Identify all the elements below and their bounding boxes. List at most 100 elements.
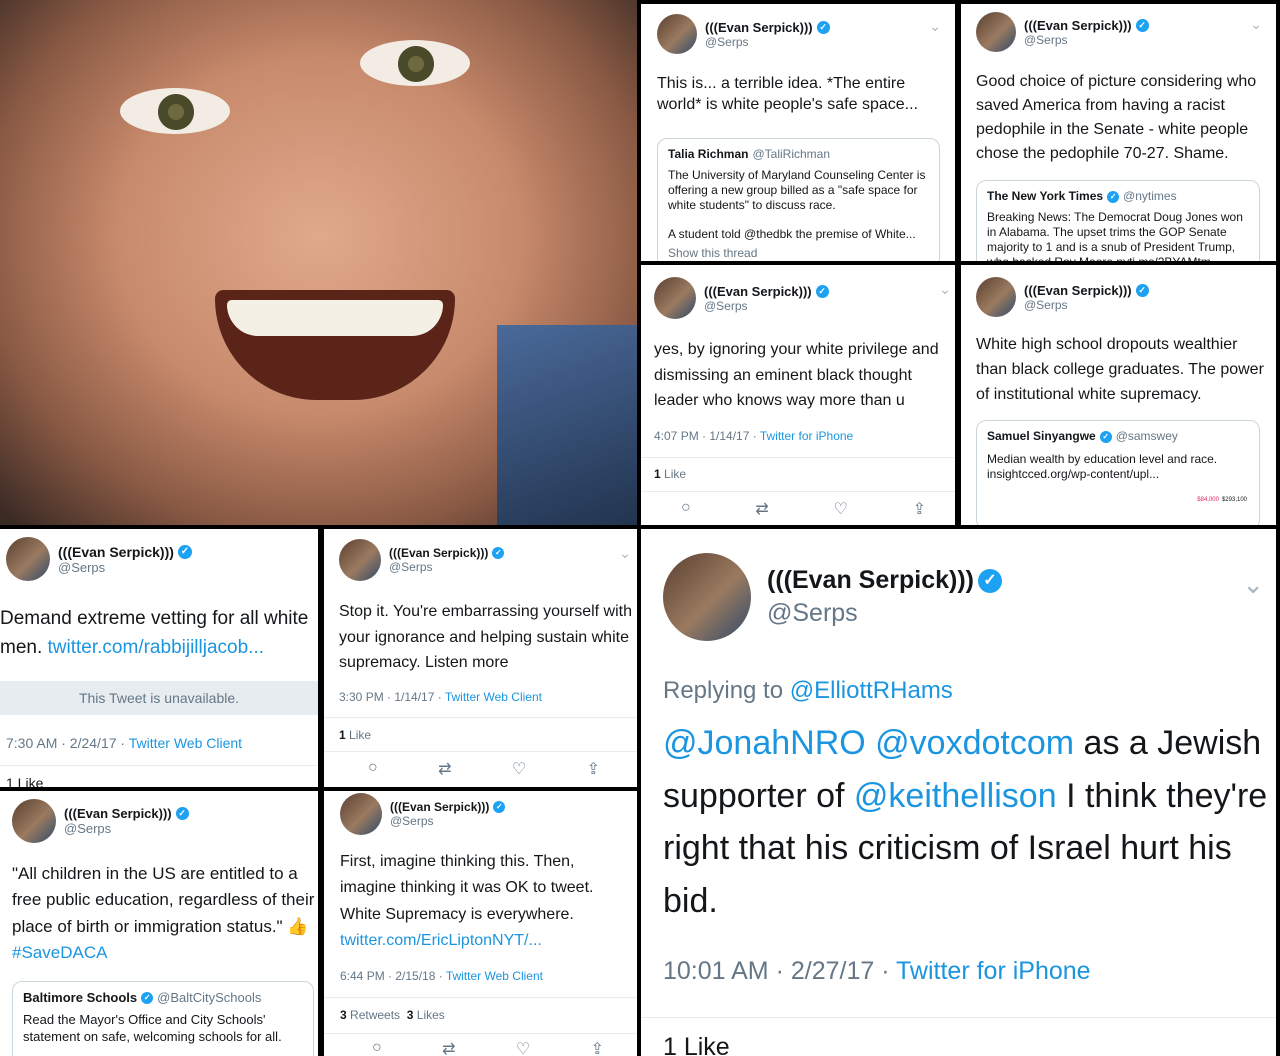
quoted-name: The New York Times [987,189,1104,203]
user-name[interactable]: (((Evan Serpick))) [390,800,489,814]
verified-icon: ✓ [977,568,1002,593]
user-handle[interactable]: @Serps [1024,298,1149,312]
verified-icon: ✓ [177,544,192,559]
like-count[interactable]: 1 Like [6,775,43,787]
like-count[interactable]: 1 Like [663,1033,730,1056]
replying-to: Replying to @ElliottRHams [663,677,953,704]
user-name[interactable]: (((Evan Serpick))) [1024,283,1132,298]
chevron-down-icon[interactable]: ⌄ [939,281,951,298]
user-handle[interactable]: @Serps [767,599,1002,628]
user-handle[interactable]: @Serps [389,560,504,574]
user-handle[interactable]: @Serps [390,814,505,828]
share-icon[interactable]: ⇪ [913,499,926,519]
verified-icon: ✓ [1135,18,1149,32]
tweet-text: @JonahNRO @voxdotcom as a Jewish support… [663,724,1268,921]
tweet-client-link[interactable]: Twitter for iPhone [760,429,853,443]
user-name[interactable]: (((Evan Serpick))) [64,806,172,821]
tweet-timestamp: 4:07 PM · 1/14/17 · Twitter for iPhone [654,429,854,443]
avatar[interactable] [976,12,1016,52]
chevron-down-icon[interactable]: ⌄ [929,18,941,35]
tweet-client-link[interactable]: Twitter Web Client [446,969,543,983]
reply-icon[interactable]: ○ [368,759,378,779]
user-handle[interactable]: @Serps [704,299,829,313]
tweet-card-3[interactable]: (((Evan Serpick))) ✓ @Serps ⌄ yes, by ign… [641,265,955,525]
quoted-tweet[interactable]: Baltimore Schools ✓ @BaltCitySchools Read … [12,981,314,1056]
verified-icon: ✓ [1107,190,1120,203]
like-icon[interactable]: ♡ [512,759,526,779]
reply-icon[interactable]: ○ [681,499,691,519]
user-name[interactable]: (((Evan Serpick))) [705,20,813,35]
tweet-card-8[interactable]: (((Evan Serpick))) ✓ @Serps First, imagin… [324,791,637,1056]
verified-icon: ✓ [1099,430,1112,443]
quoted-text: Read the Mayor's Office and City Schools… [23,1012,282,1044]
quoted-text: Breaking News: The Democrat Doug Jones w… [987,210,1243,261]
user-handle[interactable]: @Serps [58,560,192,575]
user-handle[interactable]: @Serps [1024,33,1149,47]
tweet-text: First, imagine thinking this. Then, imag… [340,853,594,950]
tweet-card-9[interactable]: (((Evan Serpick))) ✓ @Serps ⌄ Replying to… [641,529,1276,1056]
retweet-icon[interactable]: ⇄ [438,759,451,779]
user-name[interactable]: (((Evan Serpick))) [389,546,488,560]
tweet-card-7[interactable]: (((Evan Serpick))) ✓ @Serps "All children… [0,791,318,1056]
user-name[interactable]: (((Evan Serpick))) [1024,18,1132,33]
tweet-client-link[interactable]: Twitter Web Client [129,735,242,751]
share-icon[interactable]: ⇪ [587,759,600,779]
like-icon[interactable]: ♡ [834,499,848,519]
chart-thumbnail: $84,000 $293,100 [1197,497,1247,503]
avatar[interactable] [654,277,696,319]
tweet-link[interactable]: twitter.com/EricLiptonNYT/... [340,932,542,949]
avatar[interactable] [6,537,50,581]
user-name[interactable]: (((Evan Serpick))) [704,284,812,299]
reply-to-link[interactable]: @ElliottRHams [790,677,953,704]
user-name[interactable]: (((Evan Serpick))) [767,566,974,595]
avatar[interactable] [657,14,697,54]
user-name[interactable]: (((Evan Serpick))) [58,544,174,560]
tweet-client-link[interactable]: Twitter Web Client [445,690,542,704]
avatar[interactable] [663,553,751,641]
chevron-down-icon[interactable]: ⌄ [1250,16,1262,33]
like-icon[interactable]: ♡ [516,1039,530,1056]
tweet-text: Stop it. You're embarrassing yourself wi… [339,603,632,672]
tweet-card-2[interactable]: (((Evan Serpick))) ✓ @Serps ⌄ Good choice… [961,4,1276,261]
avatar[interactable] [339,539,381,581]
tweet-card-6[interactable]: (((Evan Serpick))) ✓ @Serps ⌄ Stop it. Yo… [324,529,637,787]
engagement-counts[interactable]: 3 Retweets 3 Likes [340,1008,445,1022]
chevron-down-icon[interactable]: ⌄ [1242,569,1264,600]
avatar[interactable] [12,799,56,843]
verified-icon: ✓ [815,284,829,298]
like-count[interactable]: 1 Like [654,467,686,481]
hashtag-link[interactable]: #SaveDACA [12,943,107,962]
avatar[interactable] [340,793,382,835]
tweet-card-5[interactable]: (((Evan Serpick))) ✓ @Serps Demand extrem… [0,529,318,787]
reply-icon[interactable]: ○ [372,1039,382,1056]
show-thread-link[interactable]: Show this thread [668,246,929,261]
tweet-text: White high school dropouts wealthier tha… [976,336,1264,403]
share-icon[interactable]: ⇪ [591,1039,604,1056]
user-handle[interactable]: @Serps [64,821,189,836]
tweet-timestamp: 3:30 PM · 1/14/17 · Twitter Web Client [339,690,542,704]
avatar[interactable] [976,277,1016,317]
quoted-tweet[interactable]: The New York Times ✓ @nytimes Breaking New… [976,180,1260,261]
quoted-tweet[interactable]: Samuel Sinyangwe ✓ @samswey Median wealth … [976,420,1260,525]
mention-link[interactable]: @keithellison [854,777,1057,815]
tweet-link[interactable]: twitter.com/rabbijilljacob... [48,637,264,658]
tweet-client-link[interactable]: Twitter for iPhone [896,957,1091,985]
mention-link[interactable]: @JonahNRO [663,724,866,762]
quoted-text: Median wealth by education level and rac… [987,452,1218,481]
shirt-collar [497,325,637,525]
retweet-icon[interactable]: ⇄ [755,499,768,519]
quoted-tweet[interactable]: Talia Richman @TaliRichman The University… [657,138,940,261]
tweet-card-1[interactable]: (((Evan Serpick))) ✓ @Serps ⌄ This is... … [641,4,955,261]
quoted-name: Talia Richman [668,147,749,161]
verified-icon: ✓ [816,20,830,34]
tweet-text: Good choice of picture considering who s… [976,73,1257,162]
user-handle[interactable]: @Serps [705,35,830,49]
mention-link[interactable]: @voxdotcom [875,724,1074,762]
verified-icon: ✓ [175,807,189,820]
like-count[interactable]: 1 Like [339,728,371,742]
left-eye [120,88,230,134]
chevron-down-icon[interactable]: ⌄ [619,545,631,562]
tweet-text: "All children in the US are entitled to … [12,864,315,963]
tweet-card-4[interactable]: (((Evan Serpick))) ✓ @Serps White high sc… [961,265,1276,525]
retweet-icon[interactable]: ⇄ [442,1039,455,1056]
